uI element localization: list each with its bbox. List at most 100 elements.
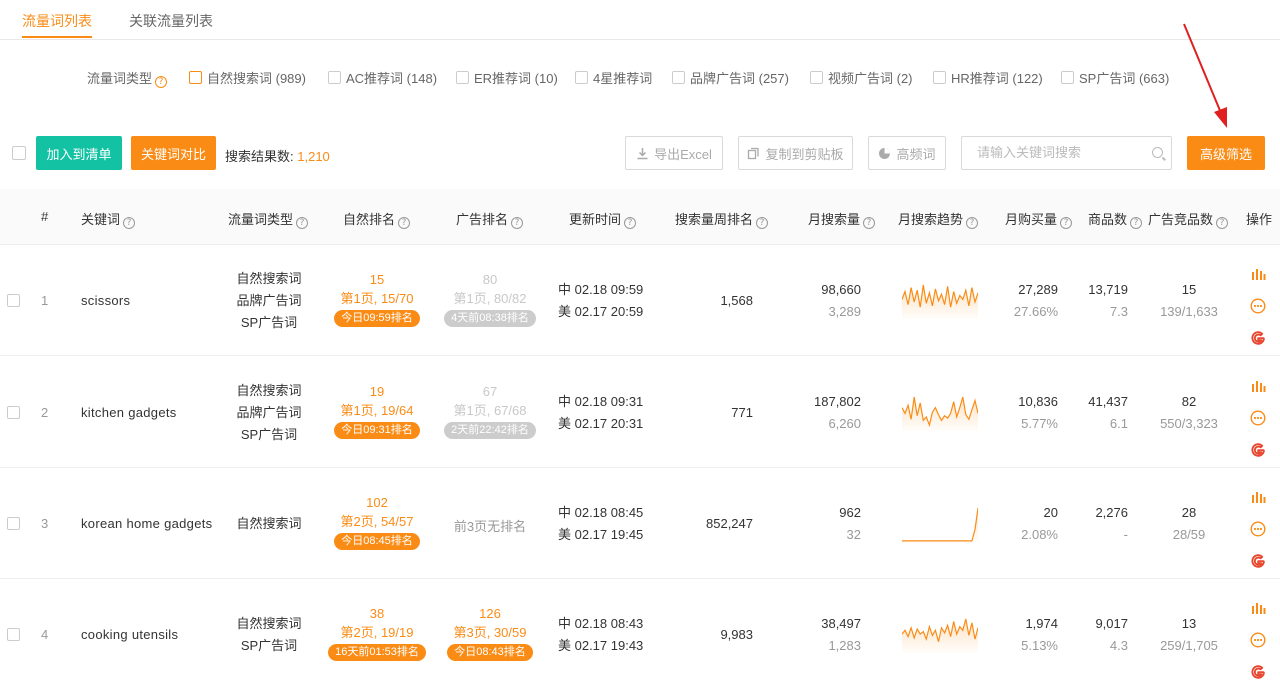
- google-icon[interactable]: [1250, 330, 1266, 346]
- google-icon[interactable]: [1250, 442, 1266, 458]
- help-icon[interactable]: ?: [756, 217, 769, 229]
- checkbox[interactable]: [328, 71, 341, 84]
- keyword-link[interactable]: cooking utensils: [81, 627, 178, 642]
- search-trend[interactable]: [902, 283, 978, 319]
- filter-video[interactable]: 视频广告词 (2): [810, 68, 913, 87]
- word-types: 自然搜索词: [229, 513, 309, 535]
- help-icon[interactable]: ?: [123, 217, 136, 229]
- products-sub-value: 4.3: [1109, 637, 1128, 653]
- col-monthly-search[interactable]: 月搜索量?: [808, 209, 876, 229]
- tab-related-traffic[interactable]: 关联流量列表: [129, 11, 213, 31]
- help-icon[interactable]: ?: [863, 217, 876, 229]
- checkbox[interactable]: [933, 71, 946, 84]
- col-natural-rank[interactable]: 自然排名?: [343, 209, 411, 229]
- row-checkbox[interactable]: [7, 627, 20, 641]
- monthly-search-value: 187,802: [814, 393, 861, 409]
- col-weekly-rank[interactable]: 搜索量周排名?: [675, 209, 769, 229]
- filter-brand[interactable]: 品牌广告词 (257): [672, 68, 789, 87]
- ad-rank-value: 67: [482, 383, 498, 399]
- row-checkbox[interactable]: [7, 405, 20, 419]
- google-icon[interactable]: [1250, 553, 1266, 569]
- help-icon[interactable]: ?: [1216, 217, 1229, 229]
- advanced-filter-button[interactable]: 高级筛选: [1187, 136, 1265, 170]
- col-search-trend[interactable]: 月搜索趋势?: [898, 209, 979, 229]
- checkbox[interactable]: [810, 71, 823, 84]
- checkbox[interactable]: [456, 71, 469, 84]
- help-icon[interactable]: ?: [155, 76, 168, 88]
- checkbox[interactable]: [672, 71, 685, 84]
- row-checkbox[interactable]: [7, 516, 20, 530]
- cn-time: 中 02.18 08:45: [558, 504, 644, 520]
- col-update-time[interactable]: 更新时间?: [569, 209, 637, 229]
- natural-rank-badge: 今日09:59排名: [334, 309, 420, 327]
- filter-option-label: AC推荐词 (148): [346, 71, 438, 86]
- high-freq-button[interactable]: 高频词: [868, 136, 946, 170]
- ad-comp-sub-value: 139/1,633: [1160, 303, 1218, 319]
- trend-sparkline: [902, 618, 978, 653]
- search-icon[interactable]: [1152, 147, 1163, 158]
- filter-option-label: 品牌广告词 (257): [690, 71, 789, 86]
- natural-rank-page: 第1页, 15/70: [340, 290, 414, 306]
- col-keyword[interactable]: 关键词?: [81, 209, 136, 229]
- products-sub-value: 6.1: [1109, 415, 1128, 431]
- select-all-checkbox[interactable]: [12, 146, 26, 160]
- search-trend[interactable]: [902, 617, 978, 653]
- add-to-list-button[interactable]: 加入到清单: [36, 136, 122, 170]
- checkbox[interactable]: [189, 71, 202, 84]
- export-excel-button[interactable]: 导出Excel: [625, 136, 723, 170]
- copy-clipboard-button[interactable]: 复制到剪贴板: [738, 136, 853, 170]
- natural-rank-value: 19: [369, 383, 385, 399]
- col-monthly-buy[interactable]: 月购买量?: [1005, 209, 1073, 229]
- bar-chart-icon[interactable]: [1250, 378, 1266, 394]
- filter-er[interactable]: ER推荐词 (10): [456, 68, 558, 87]
- col-ad-rank[interactable]: 广告排名?: [456, 209, 524, 229]
- col-ad-competitors[interactable]: 广告竞品数?: [1148, 209, 1229, 229]
- buy-rate-value: 2.08%: [1021, 526, 1058, 542]
- tab-traffic-words[interactable]: 流量词列表: [22, 11, 92, 31]
- filter-sp[interactable]: SP广告词 (663): [1061, 68, 1169, 87]
- keyword-compare-button[interactable]: 关键词对比: [131, 136, 216, 170]
- keyword-link[interactable]: korean home gadgets: [81, 516, 212, 531]
- help-icon[interactable]: ?: [398, 217, 411, 229]
- help-icon[interactable]: ?: [296, 217, 309, 229]
- more-icon[interactable]: [1250, 631, 1266, 648]
- products: 9,017 4.3: [1070, 613, 1128, 657]
- buy-rate-value: 5.77%: [1021, 415, 1058, 431]
- cn-time: 中 02.18 09:31: [558, 393, 644, 409]
- cn-time: 中 02.18 09:59: [558, 281, 644, 297]
- search-trend[interactable]: [902, 506, 978, 542]
- help-icon[interactable]: ?: [511, 217, 524, 229]
- bar-chart-icon[interactable]: [1250, 600, 1266, 616]
- result-count-label: 搜索结果数:: [225, 149, 294, 164]
- update-time: 中 02.18 08:45 美 02.17 19:45: [558, 502, 643, 546]
- more-icon[interactable]: [1250, 297, 1266, 314]
- filter-4star[interactable]: 4星推荐词: [575, 68, 652, 87]
- filter-natural[interactable]: 自然搜索词 (989): [189, 68, 306, 87]
- daily-search-value: 32: [846, 526, 861, 542]
- checkbox[interactable]: [1061, 71, 1074, 84]
- help-icon[interactable]: ?: [624, 217, 637, 229]
- filter-hr[interactable]: HR推荐词 (122): [933, 68, 1043, 87]
- search-placeholder: 请输入关键词搜索: [977, 145, 1082, 160]
- more-icon[interactable]: [1250, 409, 1266, 426]
- row-index: 3: [41, 515, 49, 531]
- us-time: 美 02.17 19:45: [558, 526, 644, 542]
- row-checkbox[interactable]: [7, 293, 20, 307]
- checkbox[interactable]: [575, 71, 588, 84]
- help-icon[interactable]: ?: [966, 217, 979, 229]
- bar-chart-icon[interactable]: [1250, 266, 1266, 282]
- help-icon[interactable]: ?: [1060, 217, 1073, 229]
- filter-option-label: 视频广告词 (2): [828, 71, 913, 86]
- bar-chart-icon[interactable]: [1250, 489, 1266, 505]
- high-freq-label: 高频词: [896, 146, 936, 162]
- keyword-link[interactable]: scissors: [81, 293, 130, 308]
- search-trend[interactable]: [902, 395, 978, 431]
- more-icon[interactable]: [1250, 520, 1266, 537]
- keyword-search-input[interactable]: 请输入关键词搜索: [961, 136, 1172, 170]
- google-icon[interactable]: [1250, 664, 1266, 680]
- keyword-link[interactable]: kitchen gadgets: [81, 405, 177, 420]
- filter-ac[interactable]: AC推荐词 (148): [328, 68, 437, 87]
- help-icon[interactable]: ?: [1130, 217, 1143, 229]
- col-products[interactable]: 商品数?: [1088, 209, 1143, 229]
- col-word-type[interactable]: 流量词类型?: [228, 209, 309, 229]
